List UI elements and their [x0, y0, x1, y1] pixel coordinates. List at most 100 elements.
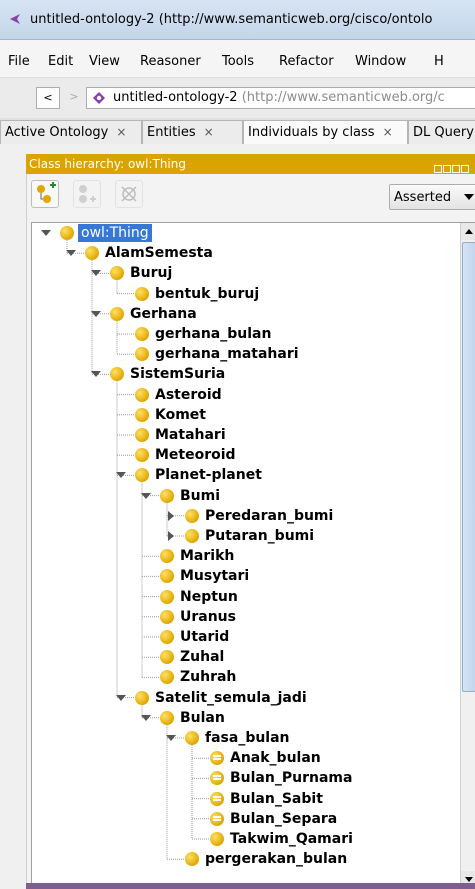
- ontology-iri: (http://www.semanticweb.org/c: [237, 90, 445, 105]
- expanded-toggle-icon[interactable]: [41, 230, 51, 236]
- forward-button[interactable]: >: [62, 87, 86, 109]
- back-button[interactable]: <: [36, 87, 60, 109]
- expanded-toggle-icon[interactable]: [91, 270, 101, 277]
- add-subclass-icon: [37, 182, 56, 203]
- menu-window[interactable]: Window: [355, 54, 406, 69]
- class-icon: [110, 306, 124, 321]
- tree-node-label: Musytari: [180, 568, 250, 585]
- tree-node-label: bentuk_buruj: [155, 285, 260, 302]
- class-with-individuals-icon: [210, 791, 224, 806]
- menu-reasoner[interactable]: Reasoner: [140, 54, 201, 69]
- tree-node-label: gerhana_matahari: [155, 346, 299, 363]
- class-icon: [135, 387, 149, 402]
- ontology-address-field[interactable]: untitled-ontology-2 (http://www.semantic…: [86, 87, 475, 109]
- window-title: untitled-ontology-2 (http://www.semantic…: [30, 12, 433, 27]
- class-icon: [160, 609, 174, 624]
- class-tree[interactable]: owl:Thing AlamSemesta Buruj bentuk_buruj Ger…: [31, 222, 475, 889]
- class-with-individuals-icon: [210, 811, 224, 826]
- tree-node-label: gerhana_bulan: [155, 326, 272, 342]
- tree-node-label: Asteroid: [155, 386, 222, 403]
- close-icon[interactable]: ×: [383, 125, 393, 139]
- class-icon: [135, 286, 149, 301]
- class-icon: [185, 508, 199, 523]
- vertical-scrollbar[interactable]: [460, 223, 475, 888]
- tree-node-label: Putaran_bumi: [205, 528, 315, 544]
- tree-node-label: owl:Thing: [78, 224, 152, 242]
- tree-node-label: Marikh: [180, 548, 235, 565]
- panel-close-icon[interactable]: [461, 165, 469, 173]
- tree-node-label: Komet: [155, 406, 206, 423]
- expanded-toggle-icon[interactable]: [91, 310, 101, 317]
- tree-node-label: Gerhana: [130, 305, 197, 322]
- tree-node-label: AlamSemesta: [105, 245, 213, 262]
- add-sibling-class-icon: [79, 185, 96, 203]
- panel-split-icon[interactable]: [434, 165, 442, 173]
- menu-refactor[interactable]: Refactor: [279, 54, 334, 69]
- expanded-toggle-icon[interactable]: [166, 735, 176, 741]
- scroll-thumb[interactable]: [462, 242, 475, 692]
- expanded-toggle-icon[interactable]: [141, 492, 151, 499]
- panel-maximize-icon[interactable]: [452, 165, 460, 173]
- add-subclass-button[interactable]: [31, 180, 59, 208]
- class-icon: [160, 630, 174, 644]
- asserted-inferred-dropdown[interactable]: Asserted: [389, 184, 475, 210]
- tab-entities[interactable]: Entities ×: [142, 120, 243, 144]
- delete-class-button[interactable]: [115, 180, 143, 208]
- expanded-toggle-icon[interactable]: [116, 694, 126, 701]
- expanded-toggle-icon[interactable]: [116, 472, 126, 479]
- menu-tools[interactable]: Tools: [222, 54, 254, 69]
- class-icon: [185, 529, 199, 543]
- tree-node-label: Utarid: [180, 629, 230, 645]
- tree-connector-lines: [66, 240, 210, 860]
- protege-icon: [10, 14, 20, 24]
- tree-node-label: Takwim_Qamari: [230, 831, 353, 847]
- tree-node-label: Zuhal: [180, 649, 225, 666]
- tree-node-label: Meteoroid: [155, 447, 236, 464]
- menu-view[interactable]: View: [89, 54, 120, 69]
- hierarchy-toolbar: Asserted: [27, 174, 475, 218]
- tab-dl-query[interactable]: DL Query: [408, 120, 475, 144]
- tree-node-label: Bulan_Purnama: [230, 770, 353, 787]
- class-icon: [160, 589, 174, 604]
- tree-node-label: Neptun: [180, 588, 238, 605]
- bottom-status-strip: [26, 883, 475, 889]
- tree-node-label: Anak_bulan: [230, 750, 321, 767]
- class-icon: [135, 428, 149, 442]
- tree-node-label: Matahari: [155, 427, 226, 443]
- expanded-toggle-icon[interactable]: [91, 371, 101, 378]
- menu-help[interactable]: H: [434, 54, 444, 69]
- expanded-toggle-icon[interactable]: [141, 714, 151, 721]
- address-bar: < > untitled-ontology-2 (http://www.sema…: [0, 78, 475, 118]
- close-icon[interactable]: ×: [204, 125, 214, 139]
- collapsed-toggle-icon[interactable]: [168, 510, 174, 521]
- expanded-toggle-icon[interactable]: [66, 250, 76, 257]
- add-sibling-class-button[interactable]: [73, 180, 101, 208]
- close-icon[interactable]: ×: [116, 125, 126, 139]
- hierarchy-mode-label: Asserted: [394, 190, 452, 205]
- scroll-up-button[interactable]: [461, 223, 475, 240]
- tab-active-ontology[interactable]: Active Ontology ×: [0, 120, 142, 144]
- tree-node-label: Buruj: [130, 265, 173, 282]
- tree-node-label: pergerakan_bulan: [205, 851, 348, 868]
- tree-node-label: SistemSuria: [130, 366, 226, 383]
- chevron-down-icon: [464, 194, 474, 200]
- panel-minimize-icon[interactable]: [443, 165, 451, 173]
- class-icon: [135, 327, 149, 341]
- delete-class-icon: [121, 186, 137, 202]
- class-hierarchy-panel: Asserted owl:Thing AlamSemesta Buruj bentuk…: [26, 174, 475, 889]
- class-hierarchy-header: Class hierarchy: owl:Thing: [26, 154, 475, 174]
- menu-file[interactable]: File: [8, 54, 30, 69]
- tree-node-label: Satelit_semula_jadi: [155, 689, 307, 706]
- tab-individuals-by-class[interactable]: Individuals by class ×: [243, 120, 408, 144]
- tree-node-label: Planet-planet: [155, 467, 262, 484]
- class-icon: [210, 832, 224, 846]
- collapsed-toggle-icon[interactable]: [168, 531, 174, 541]
- panel-controls[interactable]: [433, 159, 469, 173]
- tree-node-label: Bumi: [180, 487, 221, 504]
- tree-node-label: Bulan_Sabit: [230, 790, 323, 807]
- menu-edit[interactable]: Edit: [48, 54, 73, 69]
- menu-bar: File Edit View Reasoner Tools Refactor W…: [0, 40, 475, 78]
- panel-title: Class hierarchy: owl:Thing: [29, 157, 186, 171]
- class-icon: [60, 226, 74, 240]
- tree-node-label: Zuhrah: [180, 669, 237, 686]
